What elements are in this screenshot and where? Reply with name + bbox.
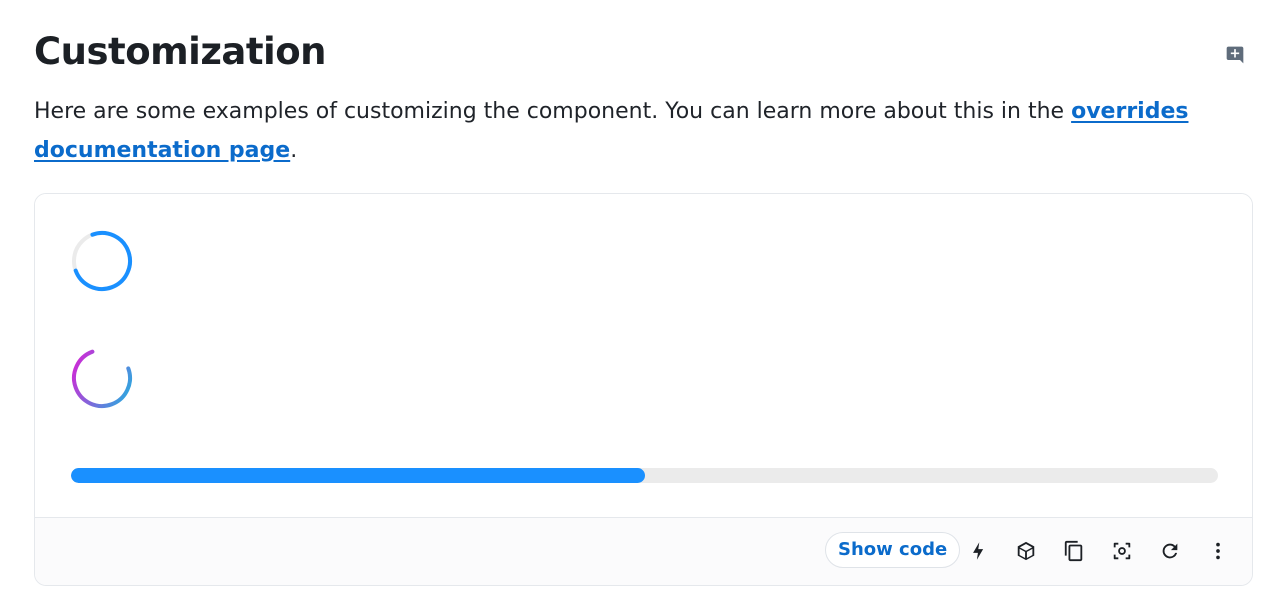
bolt-icon [973, 542, 984, 560]
more-vert-icon [1216, 542, 1220, 560]
demo-canvas [35, 194, 1252, 520]
reset-focus-button[interactable] [1109, 538, 1135, 564]
intro-paragraph: Here are some examples of customizing th… [34, 92, 1234, 170]
demo-toolbar: Show code [35, 517, 1252, 585]
reset-demo-button[interactable] [1157, 538, 1183, 564]
intro-end: . [290, 138, 298, 163]
page-title: Customization [34, 30, 327, 73]
reset-icon [1162, 543, 1178, 559]
demo-container: Show code [34, 193, 1253, 586]
screenshot-icon [1113, 542, 1131, 560]
codesandbox-button[interactable] [1013, 538, 1039, 564]
show-code-button[interactable]: Show code [825, 532, 961, 568]
comment-add-icon [1226, 46, 1244, 64]
linear-progress-bar [71, 468, 645, 483]
circular-progress-default [72, 231, 132, 291]
linear-progress-track [71, 468, 1218, 483]
intro-text: Here are some examples of customizing th… [34, 99, 1072, 124]
copy-icon [1064, 540, 1083, 562]
stackblitz-button[interactable] [965, 538, 991, 564]
circular-progress-gradient [72, 349, 132, 408]
more-options-button[interactable] [1205, 538, 1231, 564]
feedback-button[interactable] [1224, 44, 1246, 66]
copy-source-button[interactable] [1061, 538, 1087, 564]
codesandbox-icon [1017, 541, 1035, 561]
